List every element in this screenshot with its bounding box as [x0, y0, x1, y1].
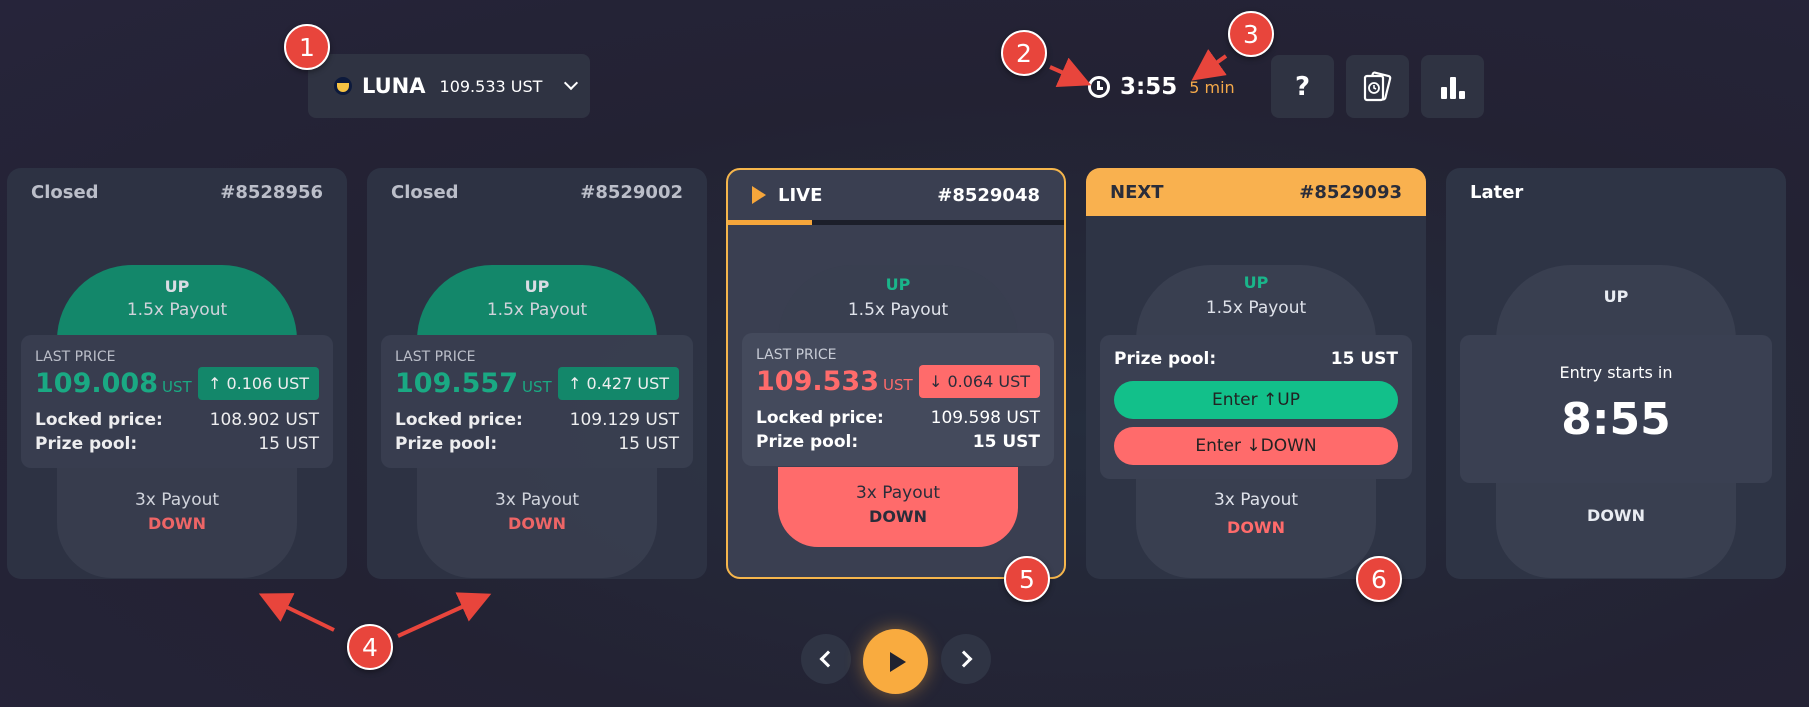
up-label: UP [164, 277, 190, 296]
down-label: DOWN [1587, 506, 1645, 525]
token-price: 109.533 UST [439, 76, 543, 96]
card-epoch: #8529093 [1299, 181, 1402, 203]
entry-starts-label: Entry starts in [1559, 363, 1673, 382]
enter-up-button[interactable]: Enter ↑UP [1114, 381, 1398, 419]
prize-pool-label: Prize pool: [395, 434, 498, 454]
down-payout: 3x Payout [134, 490, 220, 510]
annotation-marker-3: 3 [1228, 11, 1274, 57]
prize-pool-value: 15 UST [1330, 349, 1398, 369]
chevron-left-icon [819, 650, 837, 668]
last-price-label: LAST PRICE [35, 349, 116, 365]
luna-icon [334, 77, 352, 95]
round-progress-fill [728, 220, 812, 225]
down-section: 3x Payout DOWN [778, 467, 1018, 547]
annotation-marker-5: 5 [1004, 556, 1050, 602]
entry-countdown: 8:55 [1561, 394, 1671, 445]
history-button[interactable] [1346, 55, 1409, 118]
round-progress-bar [728, 220, 1064, 225]
price-change-badge: ↑ 0.427 UST [557, 367, 679, 400]
last-price-value: 109.533 UST [756, 366, 913, 397]
prize-pool-label: Prize pool: [756, 432, 859, 452]
locked-price-label: Locked price: [395, 410, 523, 430]
prize-pool-value: 15 UST [972, 432, 1040, 452]
last-price-panel: LAST PRICE 109.557 UST ↑ 0.427 UST Locked… [381, 335, 693, 468]
last-price-label: LAST PRICE [395, 349, 476, 365]
help-icon: ? [1294, 71, 1311, 102]
enter-panel: Prize pool: 15 UST Enter ↑UP Enter ↓DOWN [1100, 335, 1412, 479]
down-label: DOWN [869, 507, 927, 526]
play-button[interactable] [863, 629, 928, 694]
history-cards-icon [1363, 71, 1391, 101]
token-selector[interactable]: LUNA 109.533 UST [308, 54, 590, 118]
down-section: 3x Payout DOWN [417, 468, 657, 578]
down-payout: 3x Payout [494, 490, 580, 510]
down-section: 3x Payout DOWN [1136, 468, 1376, 578]
down-label: DOWN [148, 514, 206, 533]
round-card-closed-1: Closed #8528956 UP 1.5x Payout 3x Payout… [7, 168, 347, 579]
enter-down-button[interactable]: Enter ↓DOWN [1114, 427, 1398, 465]
last-price-label: LAST PRICE [756, 347, 837, 363]
round-card-closed-2: Closed #8529002 UP 1.5x Payout 3x Payout… [367, 168, 707, 579]
bar-chart-icon [1440, 75, 1465, 99]
last-price-value: 109.557 UST [395, 368, 552, 399]
locked-price-label: Locked price: [756, 408, 884, 428]
up-payout: 1.5x Payout [1205, 298, 1307, 318]
up-payout: 1.5x Payout [486, 300, 588, 320]
card-status: Closed [391, 181, 459, 203]
annotation-marker-1: 1 [284, 24, 330, 70]
clock-icon [1088, 76, 1110, 98]
prev-round-button[interactable] [801, 634, 851, 684]
last-price-value: 109.008 UST [35, 368, 192, 399]
locked-price-value: 109.598 UST [930, 408, 1040, 428]
price-change-badge: ↓ 0.064 UST [918, 365, 1040, 398]
prize-pool-value: 15 UST [258, 434, 319, 454]
round-timer: 3:55 5 min [1088, 72, 1235, 102]
last-price-panel: LAST PRICE 109.008 UST ↑ 0.106 UST Locked… [21, 335, 333, 468]
live-play-icon [752, 186, 766, 204]
down-payout: 3x Payout [1213, 490, 1299, 510]
next-round-button[interactable] [941, 634, 991, 684]
entry-countdown-panel: Entry starts in 8:55 [1460, 335, 1772, 483]
down-section: 3x Payout DOWN [57, 468, 297, 578]
card-status: LIVE [778, 184, 823, 206]
down-section: DOWN [1496, 468, 1736, 578]
down-label: DOWN [1227, 518, 1285, 537]
last-price-panel: LAST PRICE 109.533 UST ↓ 0.064 UST Locked… [742, 333, 1054, 466]
timer-countdown: 3:55 [1120, 74, 1178, 100]
token-name: LUNA [362, 74, 426, 98]
up-label: UP [1603, 287, 1629, 306]
up-payout: 1.5x Payout [126, 300, 228, 320]
price-change-badge: ↑ 0.106 UST [197, 367, 319, 400]
up-label: UP [885, 275, 911, 294]
help-button[interactable]: ? [1271, 55, 1334, 118]
round-card-live: LIVE #8529048 UP 1.5x Payout 3x Payout D… [726, 168, 1066, 579]
up-label: UP [524, 277, 550, 296]
annotation-marker-6: 6 [1356, 556, 1402, 602]
card-epoch: #8529002 [580, 181, 683, 203]
prize-pool-label: Prize pool: [1114, 349, 1217, 369]
card-epoch: #8529048 [937, 184, 1040, 206]
down-payout: 3x Payout [855, 483, 941, 503]
locked-price-label: Locked price: [35, 410, 163, 430]
round-card-next: NEXT #8529093 UP 1.5x Payout 3x Payout D… [1086, 168, 1426, 579]
annotation-marker-2: 2 [1001, 30, 1047, 76]
card-epoch: #8528956 [220, 181, 323, 203]
round-card-later: Later UP DOWN Entry starts in 8:55 [1446, 168, 1786, 579]
chevron-down-icon [564, 75, 579, 91]
annotation-marker-4: 4 [347, 624, 393, 670]
locked-price-value: 108.902 UST [209, 410, 319, 430]
card-status: Closed [31, 181, 99, 203]
locked-price-value: 109.129 UST [569, 410, 679, 430]
card-status: NEXT [1110, 181, 1164, 203]
play-icon [889, 651, 906, 672]
chart-button[interactable] [1421, 55, 1484, 118]
round-interval: 5 min [1189, 77, 1235, 97]
chevron-right-icon [955, 650, 973, 668]
up-label: UP [1243, 273, 1269, 292]
prize-pool-value: 15 UST [618, 434, 679, 454]
card-status: Later [1470, 181, 1524, 203]
prize-pool-label: Prize pool: [35, 434, 138, 454]
down-label: DOWN [508, 514, 566, 533]
up-payout: 1.5x Payout [847, 300, 949, 320]
